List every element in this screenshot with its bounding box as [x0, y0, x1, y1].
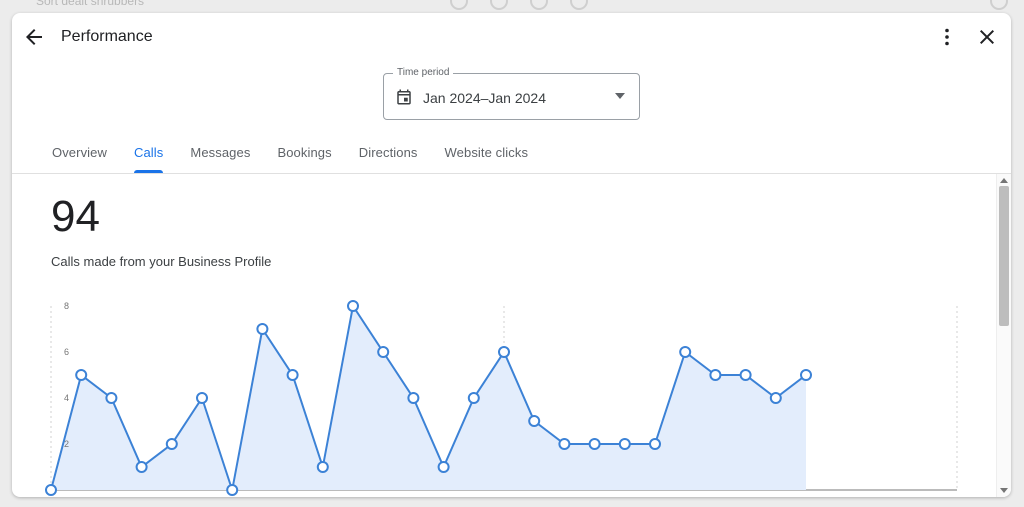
scroll-up-arrow-icon[interactable]	[1000, 178, 1008, 183]
tab-bookings[interactable]: Bookings	[277, 137, 331, 173]
data-point[interactable]	[679, 346, 692, 358]
arrow-drop-down-icon	[615, 93, 625, 99]
data-point[interactable]	[437, 461, 450, 473]
data-point[interactable]	[226, 484, 239, 496]
page-title: Performance	[61, 28, 153, 45]
scrollbar[interactable]	[996, 174, 1011, 497]
y-tick-label: 2	[64, 439, 69, 449]
data-point[interactable]	[316, 461, 329, 473]
data-point[interactable]	[105, 392, 118, 404]
data-point[interactable]	[75, 369, 88, 381]
y-tick-label: 4	[64, 393, 69, 403]
tab-website-clicks[interactable]: Website clicks	[445, 137, 529, 173]
more-vert-icon	[945, 28, 949, 46]
background-close-icon	[450, 0, 468, 10]
scroll-down-arrow-icon[interactable]	[1000, 488, 1008, 493]
time-period-select[interactable]: Time period Jan 2024–Jan 2024	[383, 67, 640, 120]
data-point[interactable]	[256, 323, 269, 335]
calls-chart: 8 6 4 2	[45, 300, 958, 496]
time-period-label: Time period	[393, 67, 454, 78]
tab-calls[interactable]: Calls	[133, 137, 164, 173]
data-point[interactable]	[286, 369, 299, 381]
calls-panel: 94 Calls made from your Business Profile…	[12, 174, 1011, 497]
data-point[interactable]	[347, 300, 359, 312]
close-icon	[980, 30, 994, 44]
calendar-icon	[397, 89, 411, 105]
data-point[interactable]	[165, 438, 178, 450]
data-point[interactable]	[196, 392, 208, 404]
performance-dialog: Performance Time period Jan 2024–Jan 202…	[12, 13, 1011, 497]
data-point[interactable]	[467, 392, 480, 404]
data-point[interactable]	[528, 415, 541, 427]
data-point[interactable]	[407, 392, 420, 404]
data-point[interactable]	[649, 438, 661, 450]
calls-area	[51, 306, 806, 490]
background-search-icon	[570, 0, 588, 10]
data-point[interactable]	[558, 438, 571, 450]
data-point[interactable]	[498, 346, 510, 358]
data-point[interactable]	[618, 438, 631, 450]
data-point[interactable]	[769, 392, 782, 404]
background-target-icon	[530, 0, 548, 10]
scroll-thumb[interactable]	[999, 186, 1009, 326]
background-pin-icon	[490, 0, 508, 10]
data-point[interactable]	[709, 369, 722, 381]
back-button[interactable]	[22, 25, 46, 49]
close-button[interactable]	[975, 25, 999, 49]
data-point[interactable]	[377, 346, 390, 358]
data-point[interactable]	[739, 369, 752, 381]
time-period-value: Jan 2024–Jan 2024	[423, 90, 546, 106]
background-gear-icon	[990, 0, 1008, 10]
arrow-back-icon	[26, 29, 42, 45]
background-search-text: Sort dealt shrubbers	[36, 0, 145, 8]
tab-overview[interactable]: Overview	[52, 137, 107, 173]
data-point[interactable]	[135, 461, 148, 473]
y-tick-label: 6	[64, 347, 69, 357]
tab-bar: Overview Calls Messages Bookings Directi…	[52, 137, 555, 173]
data-point[interactable]	[588, 438, 601, 450]
more-options-button[interactable]	[935, 25, 959, 49]
data-point[interactable]	[800, 369, 812, 381]
tab-directions[interactable]: Directions	[359, 137, 418, 173]
y-tick-label: 8	[64, 301, 69, 311]
background-toolbar-icons	[450, 0, 588, 10]
data-point[interactable]	[45, 484, 57, 496]
tab-messages[interactable]: Messages	[190, 137, 250, 173]
